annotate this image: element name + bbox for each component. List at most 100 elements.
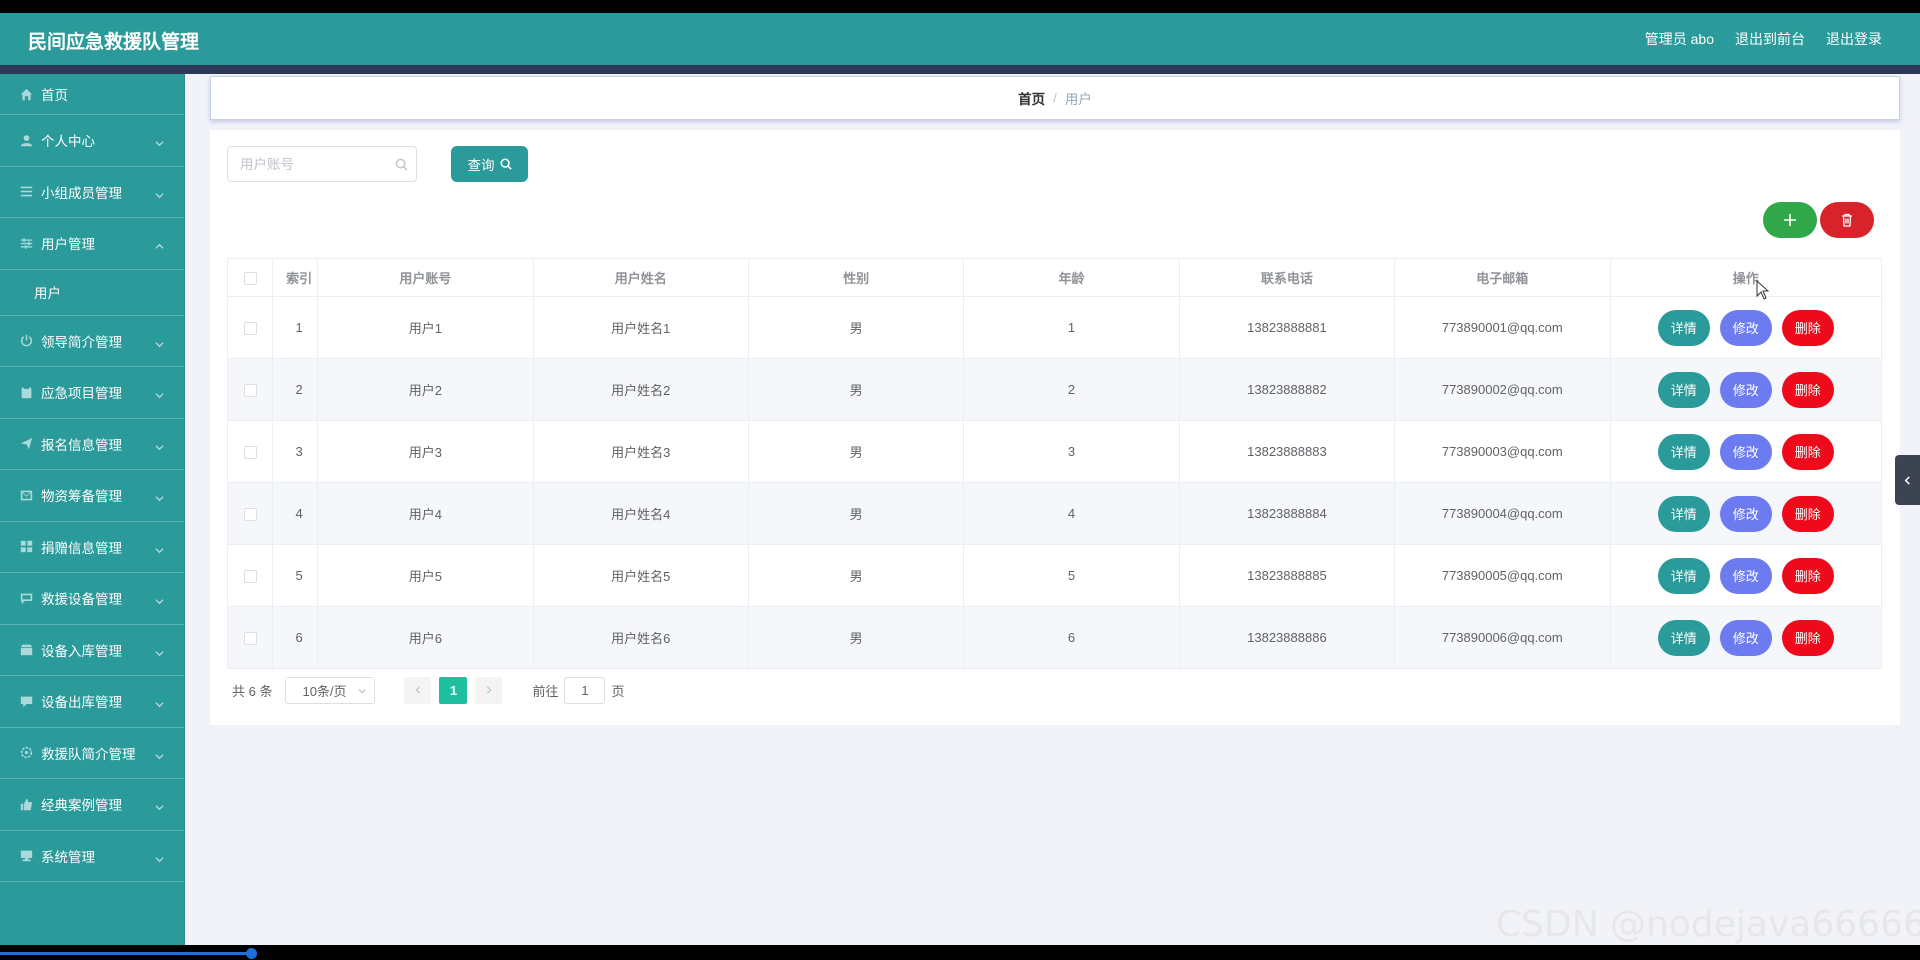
chevron-up-icon (155, 239, 164, 250)
sidebar-item-supplies[interactable]: 物资筹备管理 (0, 470, 184, 522)
cell-name: 用户姓名4 (532, 482, 749, 545)
sidebar-item-label: 应急项目管理 (41, 386, 122, 402)
sidebar-item-equipment-outbound[interactable]: 设备出库管理 (0, 676, 184, 728)
delete-button[interactable]: 删除 (1781, 371, 1834, 408)
row-select[interactable] (226, 420, 274, 483)
edit-button[interactable]: 修改 (1719, 309, 1772, 346)
checkbox[interactable] (243, 446, 257, 460)
video-progress-handle[interactable] (246, 948, 257, 959)
chevron-down-icon (155, 697, 164, 708)
delete-button[interactable]: 删除 (1781, 557, 1834, 594)
logout-link[interactable]: 退出登录 (1826, 29, 1882, 49)
sidebar-item-label: 救援队简介管理 (41, 746, 136, 762)
next-page-button[interactable] (475, 676, 503, 704)
cell-age: 1 (963, 296, 1180, 359)
chevron-right-icon (486, 686, 492, 694)
sidebar-subitem-user[interactable]: 用户 (0, 270, 184, 316)
delete-button[interactable]: 删除 (1781, 495, 1834, 532)
cell-phone: 13823888884 (1178, 482, 1396, 545)
chevron-down-icon (155, 749, 164, 760)
delete-button[interactable]: 删除 (1781, 619, 1834, 656)
exit-to-front-link[interactable]: 退出到前台 (1735, 29, 1805, 49)
search-field[interactable] (227, 146, 417, 182)
sidebar-item-team-members[interactable]: 小组成员管理 (0, 167, 184, 218)
sidebar-item-donations[interactable]: 捐赠信息管理 (0, 522, 184, 573)
edit-button[interactable]: 修改 (1719, 619, 1772, 656)
sidebar-item-user-management[interactable]: 用户管理 (0, 218, 184, 270)
chevron-down-icon (155, 800, 164, 811)
checkbox[interactable] (243, 508, 257, 522)
power-icon (20, 334, 33, 347)
sidebar-item-emergency-projects[interactable]: 应急项目管理 (0, 367, 184, 419)
cell-name: 用户姓名1 (532, 296, 749, 359)
main-area: 首页 / 用户 查询 索引 用户账号 (185, 74, 1920, 945)
detail-button[interactable]: 详情 (1657, 371, 1710, 408)
sidebar-item-home[interactable]: 首页 (0, 74, 184, 115)
sidebar-item-leader-intro[interactable]: 领导简介管理 (0, 316, 184, 367)
detail-button[interactable]: 详情 (1657, 619, 1710, 656)
sidebar-item-label: 经典案例管理 (41, 798, 122, 814)
delete-button[interactable]: 删除 (1781, 309, 1834, 346)
detail-button[interactable]: 详情 (1657, 495, 1710, 532)
detail-button[interactable]: 详情 (1657, 557, 1710, 594)
checkbox[interactable] (243, 272, 257, 286)
row-select[interactable] (226, 606, 274, 669)
edit-button[interactable]: 修改 (1719, 433, 1772, 470)
cell-email: 773890006@qq.com (1394, 606, 1611, 669)
cell-phone: 13823888886 (1178, 606, 1396, 669)
cell-account: 用户2 (317, 358, 534, 421)
cell-email: 773890003@qq.com (1394, 420, 1611, 483)
cell-age: 3 (963, 420, 1180, 483)
cell-account: 用户3 (317, 420, 534, 483)
monitor-icon (20, 849, 33, 862)
row-select[interactable] (226, 296, 274, 359)
row-select[interactable] (226, 482, 274, 545)
chevron-down-icon (155, 543, 164, 554)
batch-delete-button[interactable] (1820, 202, 1874, 238)
breadcrumb-home[interactable]: 首页 (1018, 88, 1045, 108)
edit-button[interactable]: 修改 (1719, 557, 1772, 594)
search-icon (500, 158, 512, 170)
edit-button[interactable]: 修改 (1719, 495, 1772, 532)
column-header: 性别 (747, 258, 965, 297)
header-divider (0, 65, 1920, 74)
page-number-current[interactable]: 1 (439, 676, 468, 704)
video-progress-bar[interactable] (0, 952, 252, 955)
edit-button[interactable]: 修改 (1719, 371, 1772, 408)
detail-button[interactable]: 详情 (1657, 309, 1710, 346)
sidebar-item-team-intro[interactable]: 救援队简介管理 (0, 728, 184, 779)
account-search-input[interactable] (240, 147, 390, 181)
cell-gender: 男 (747, 482, 965, 545)
column-header: 年龄 (963, 258, 1180, 297)
sidebar-item-classic-cases[interactable]: 经典案例管理 (0, 779, 184, 831)
cell-age: 2 (963, 358, 1180, 421)
query-button[interactable]: 查询 (451, 146, 528, 182)
sidebar-item-system[interactable]: 系统管理 (0, 831, 184, 882)
prev-page-button[interactable] (404, 676, 432, 704)
sidebar-item-registration-info[interactable]: 报名信息管理 (0, 419, 184, 470)
checkbox[interactable] (243, 570, 257, 584)
side-panel-toggle[interactable] (1895, 455, 1920, 505)
sidebar-item-rescue-equipment[interactable]: 救援设备管理 (0, 573, 184, 625)
cell-actions: 详情 修改 删除 (1609, 606, 1882, 669)
cell-name: 用户姓名2 (532, 358, 749, 421)
page-size-select[interactable]: 10条/页 (285, 676, 376, 704)
checkbox[interactable] (243, 384, 257, 398)
cell-account: 用户6 (317, 606, 534, 669)
delete-button[interactable]: 删除 (1781, 433, 1834, 470)
thumb-icon (20, 798, 33, 811)
header-select-all[interactable] (226, 258, 274, 297)
row-select[interactable] (226, 358, 274, 421)
checkbox[interactable] (243, 632, 257, 646)
sidebar-item-personal-center[interactable]: 个人中心 (0, 115, 184, 167)
page-size-value: 10条/页 (302, 683, 347, 699)
goto-page-input[interactable]: 1 (564, 676, 606, 704)
add-button[interactable] (1763, 202, 1817, 238)
sidebar-item-equipment-inbound[interactable]: 设备入库管理 (0, 625, 184, 676)
detail-button[interactable]: 详情 (1657, 433, 1710, 470)
row-select[interactable] (226, 544, 274, 607)
app-title: 民间应急救援队管理 (28, 32, 200, 53)
cell-gender: 男 (747, 606, 965, 669)
cell-index: 3 (272, 420, 319, 483)
checkbox[interactable] (243, 322, 257, 336)
